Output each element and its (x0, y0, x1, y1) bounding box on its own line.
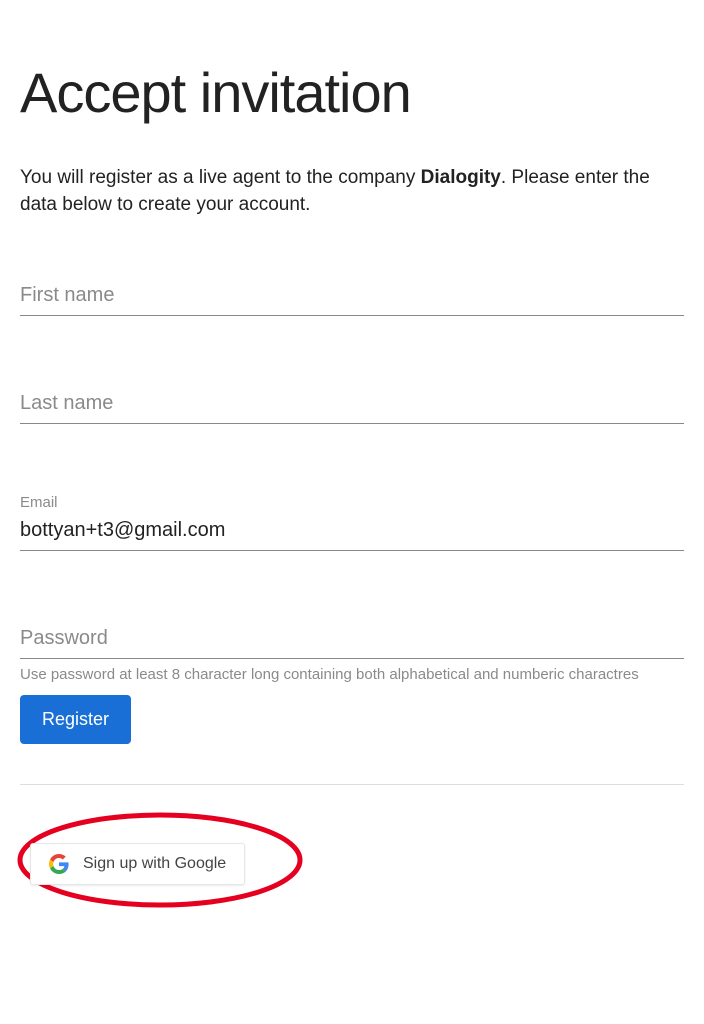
password-hint: Use password at least 8 character long c… (20, 665, 684, 685)
google-button-label: Sign up with Google (83, 855, 226, 873)
description: You will register as a live agent to the… (20, 165, 684, 218)
divider (20, 784, 684, 785)
google-icon (49, 854, 69, 874)
last-name-field (20, 386, 684, 424)
company-name: Dialogity (421, 167, 501, 188)
register-button[interactable]: Register (20, 695, 131, 744)
last-name-input[interactable] (20, 386, 684, 424)
page-title: Accept invitation (20, 60, 684, 125)
password-field-wrapper (20, 621, 684, 659)
email-label: Email (20, 494, 684, 511)
first-name-field (20, 278, 684, 316)
first-name-input[interactable] (20, 278, 684, 316)
email-field-wrapper: Email (20, 494, 684, 551)
email-input[interactable] (20, 513, 684, 551)
description-prefix: You will register as a live agent to the… (20, 167, 421, 188)
password-input[interactable] (20, 621, 684, 659)
google-signup-button[interactable]: Sign up with Google (30, 843, 245, 885)
